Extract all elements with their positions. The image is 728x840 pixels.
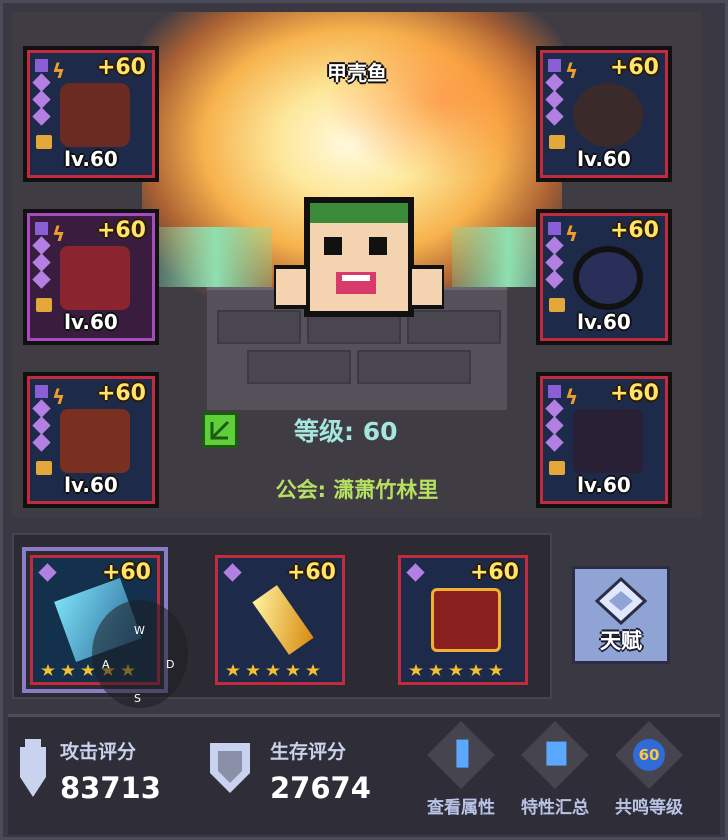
- enhance-level: +60: [609, 55, 659, 80]
- resonance-badge: 60: [633, 739, 665, 771]
- armor-art: [60, 409, 130, 473]
- weapon-slot-3[interactable]: +60: [398, 555, 528, 685]
- rune-icon: [223, 563, 242, 582]
- ring-art: [573, 246, 643, 310]
- enhance-level: +60: [96, 218, 146, 243]
- footer-bar: 攻击评分 83713 生存评分 27674 查看属性 特性汇总 60 共鸣等级: [8, 714, 720, 835]
- lightning-icon: ϟ: [565, 222, 579, 246]
- enhance-level: +60: [469, 560, 519, 585]
- resonance-level-label: 共鸣等级: [615, 798, 683, 818]
- enhance-level: +60: [609, 381, 659, 406]
- joystick-left-key[interactable]: A: [102, 658, 110, 671]
- item-level: lv.60: [577, 310, 631, 334]
- talent-icon: [594, 577, 648, 625]
- pet-flame: [322, 20, 562, 180]
- shield-art: [431, 588, 501, 652]
- enhance-level: +60: [286, 560, 336, 585]
- hero-sprite: [274, 197, 444, 317]
- attack-score-value: 83713: [60, 771, 161, 805]
- joystick-down-key[interactable]: S: [134, 692, 141, 705]
- enhance-level: +60: [96, 55, 146, 80]
- equipment-slot-armor-left[interactable]: ϟ +60 lv.60: [27, 213, 155, 341]
- equipment-slot-boots-right[interactable]: ϟ +60 lv.60: [540, 376, 668, 504]
- lightning-icon: ϟ: [52, 59, 66, 83]
- resonance-level-button[interactable]: 60 共鸣等级: [604, 721, 694, 818]
- sword-icon: [20, 739, 46, 797]
- item-level: lv.60: [577, 147, 631, 171]
- talent-button[interactable]: 天赋: [572, 566, 670, 664]
- rune-icon: [406, 563, 425, 582]
- trait-summary-button[interactable]: 特性汇总: [510, 721, 600, 818]
- enhance-level: +60: [96, 381, 146, 406]
- lightning-icon: ϟ: [52, 385, 66, 409]
- level-row: 等级: 60: [202, 410, 398, 450]
- shield-icon: [210, 743, 250, 793]
- star-rating: [226, 664, 320, 676]
- joystick-up-key[interactable]: W: [134, 624, 145, 637]
- weapon-slot-2[interactable]: +60: [215, 555, 345, 685]
- item-level: lv.60: [577, 473, 631, 497]
- equipment-slot-boots-left[interactable]: ϟ +60 lv.60: [27, 376, 155, 504]
- lightning-icon: ϟ: [565, 59, 579, 83]
- view-attributes-label: 查看属性: [427, 798, 495, 818]
- talent-label: 天赋: [600, 629, 642, 653]
- attributes-icon: [427, 721, 495, 789]
- trait-icon: [521, 721, 589, 789]
- item-level: lv.60: [64, 147, 118, 171]
- virtual-joystick[interactable]: W A D S: [92, 600, 188, 708]
- spear-art: [252, 585, 314, 655]
- equipment-slot-ring-right[interactable]: ϟ +60 lv.60: [540, 213, 668, 341]
- item-level: lv.60: [64, 310, 118, 334]
- resonance-icon: 60: [615, 721, 683, 789]
- boots-art: [573, 409, 643, 473]
- armor-art: [60, 83, 130, 147]
- lightning-icon: ϟ: [52, 222, 66, 246]
- claw-art: [573, 83, 643, 147]
- joystick-right-key[interactable]: D: [166, 658, 174, 671]
- survival-score-value: 27674: [270, 771, 371, 805]
- class-icon[interactable]: [202, 412, 238, 448]
- rune-icon: [38, 563, 57, 582]
- equipment-slot-helmet-left[interactable]: ϟ +60 lv.60: [27, 50, 155, 178]
- lightning-icon: ϟ: [565, 385, 579, 409]
- survival-score-label: 生存评分: [270, 741, 347, 763]
- view-attributes-button[interactable]: 查看属性: [416, 721, 506, 818]
- star-rating: [409, 664, 503, 676]
- level-text: 等级: 60: [294, 417, 398, 446]
- item-level: lv.60: [64, 473, 118, 497]
- armor-art: [60, 246, 130, 310]
- attack-score-label: 攻击评分: [60, 741, 137, 763]
- equipment-slot-helmet-right[interactable]: ϟ +60 lv.60: [540, 50, 668, 178]
- trait-summary-label: 特性汇总: [521, 798, 589, 818]
- enhance-level: +60: [609, 218, 659, 243]
